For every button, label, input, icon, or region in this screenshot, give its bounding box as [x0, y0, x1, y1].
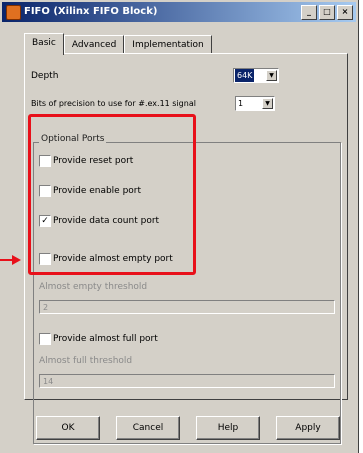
reset-port-checkbox[interactable] [39, 155, 51, 167]
almost-empty-threshold-label: Almost empty threshold [39, 282, 148, 292]
optional-ports-title: Optional Ports [39, 134, 107, 144]
almost-empty-threshold-field[interactable]: 2 [39, 300, 335, 314]
tab-panel-basic: Depth 64K ▼ Bits of precision to use for… [24, 53, 348, 444]
enable-port-label: Provide enable port [53, 186, 142, 196]
tab-strip: Basic Advanced Implementation [24, 33, 212, 55]
chevron-down-icon: ▼ [266, 70, 277, 81]
help-button[interactable]: Help [196, 416, 260, 440]
reset-port-label: Provide reset port [53, 156, 134, 166]
depth-value: 64K [235, 69, 255, 82]
depth-label: Depth [31, 71, 59, 81]
enable-port-checkbox[interactable] [39, 185, 51, 197]
window-title: FIFO (Xilinx FIFO Block) [24, 6, 158, 17]
fifo-dialog: FIFO (Xilinx FIFO Block) _ □ × Basic Adv… [0, 0, 359, 453]
minimize-button[interactable]: _ [301, 5, 317, 20]
ok-button[interactable]: OK [36, 416, 100, 440]
highlight-arrow-icon [0, 255, 22, 265]
data-count-port-label: Provide data count port [53, 216, 160, 226]
tab-advanced[interactable]: Advanced [63, 35, 125, 54]
tab-implementation[interactable]: Implementation [124, 35, 212, 54]
almost-empty-port-checkbox[interactable] [39, 253, 51, 265]
almost-empty-port-label: Provide almost empty port [53, 254, 173, 264]
chevron-down-icon: ▼ [262, 98, 273, 109]
precision-value: 1 [238, 99, 244, 108]
apply-button[interactable]: Apply [276, 416, 340, 440]
almost-full-port-checkbox[interactable] [39, 333, 51, 345]
data-count-port-checkbox[interactable]: ✓ [39, 215, 51, 227]
almost-full-port-label: Provide almost full port [53, 334, 158, 344]
tab-basic[interactable]: Basic [24, 33, 64, 55]
maximize-button[interactable]: □ [319, 5, 335, 20]
precision-select[interactable]: 1 ▼ [235, 96, 275, 111]
title-bar[interactable]: FIFO (Xilinx FIFO Block) _ □ × [2, 2, 356, 22]
depth-select[interactable]: 64K ▼ [233, 68, 279, 83]
precision-label: Bits of precision to use for #.ex.11 sig… [31, 99, 196, 108]
almost-full-threshold-label: Almost full threshold [39, 356, 133, 366]
almost-full-threshold-field[interactable]: 14 [39, 374, 335, 388]
cancel-button[interactable]: Cancel [116, 416, 180, 440]
close-button[interactable]: × [337, 5, 353, 20]
app-icon [6, 5, 21, 20]
